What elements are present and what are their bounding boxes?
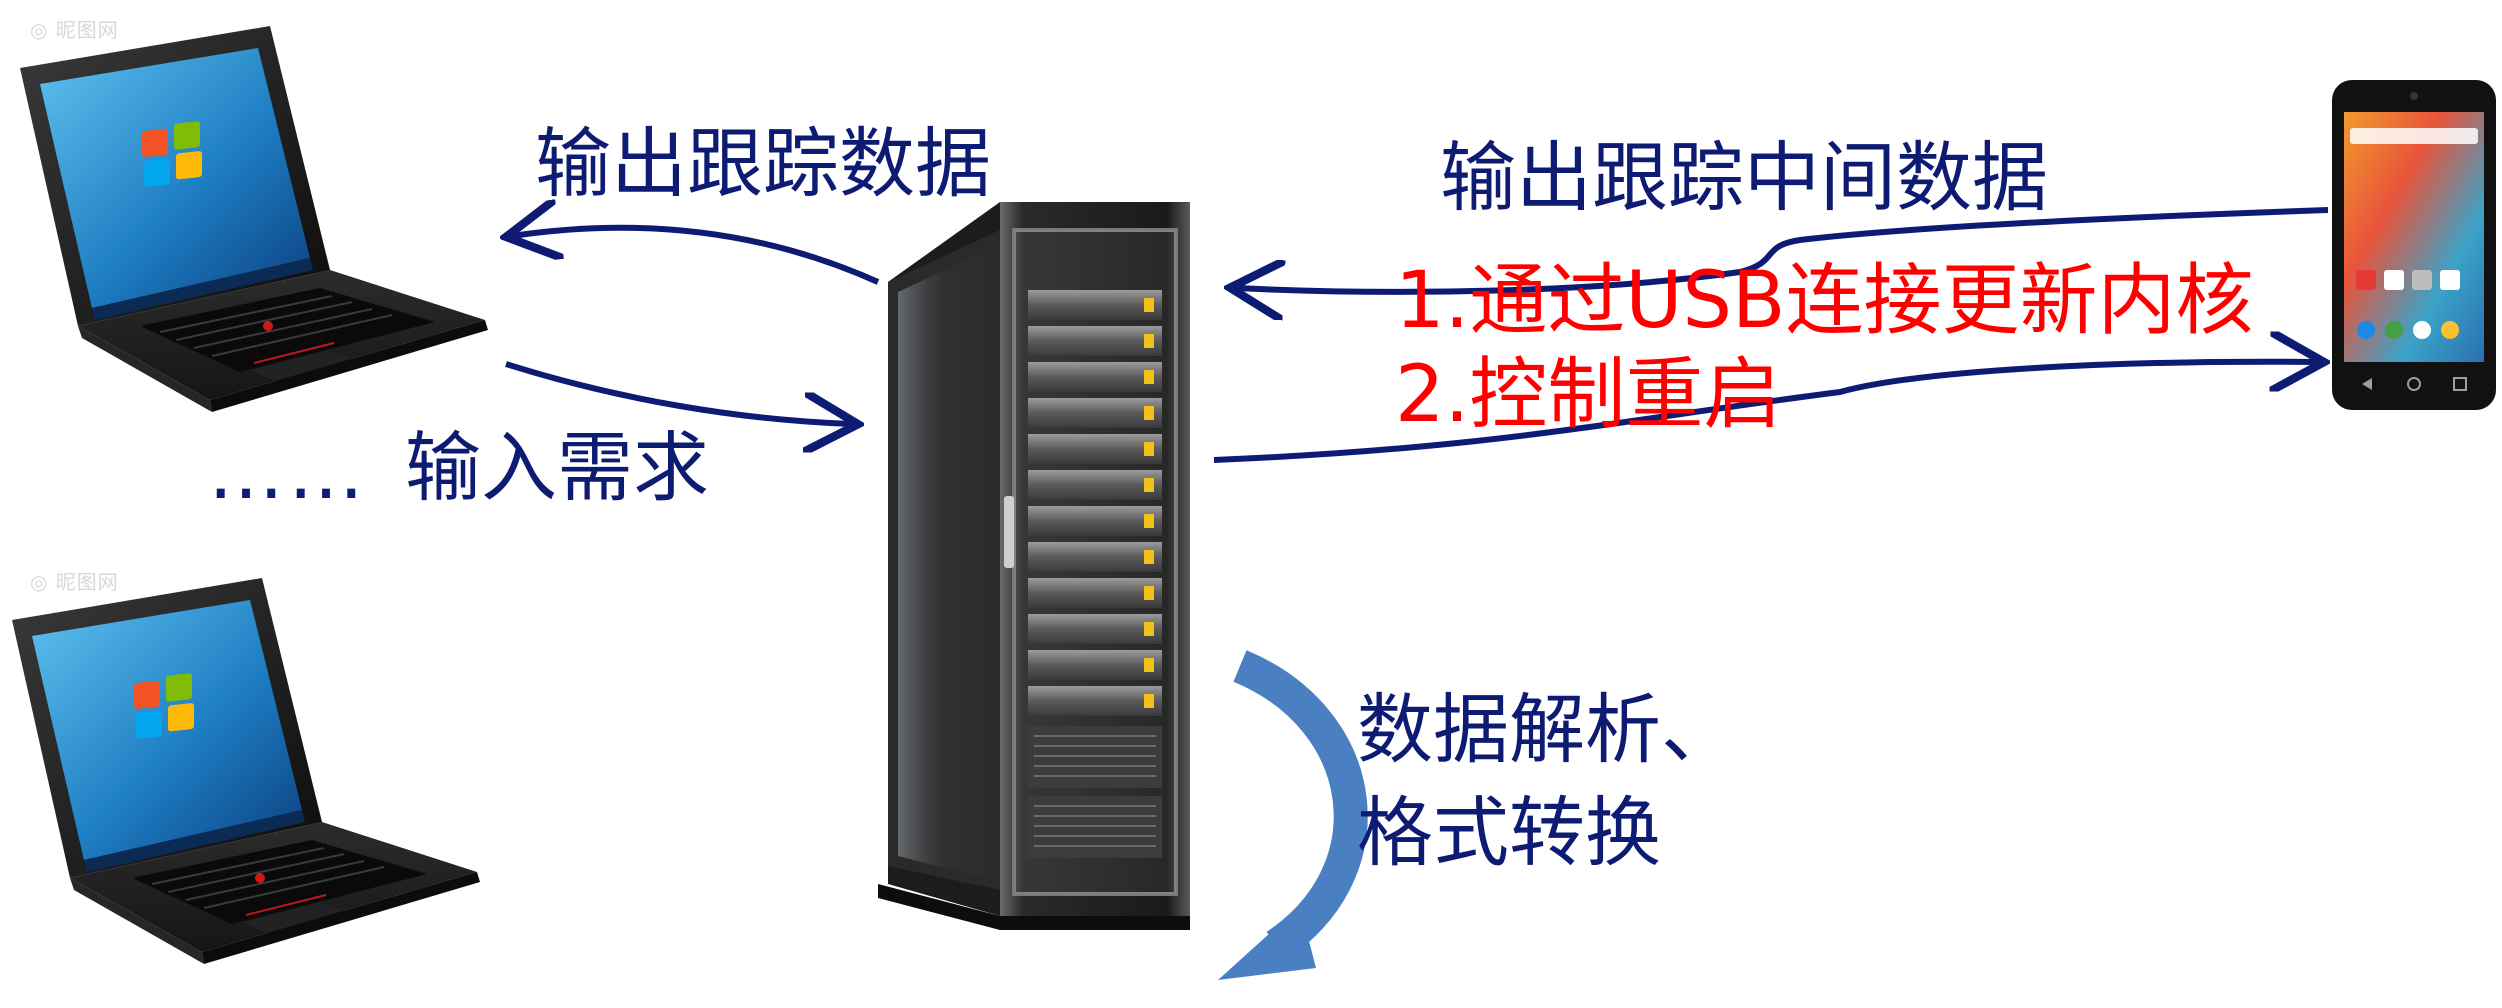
data-processing-cycle-arrow <box>1218 650 1368 980</box>
laptop-icon-top <box>19 25 489 413</box>
workflow-diagram: ◎ 昵图网 ◎ 昵图网 输出跟踪数据 …… 输入需求 输出跟踪中间数据 1.通过… <box>0 0 2502 1008</box>
smartphone-icon <box>2332 80 2496 410</box>
label-input-request: 输入需求 <box>405 423 709 512</box>
label-format-conversion: 格式转换 <box>1357 788 1661 877</box>
label-step-usb-update-kernel: 1.通过USB连接更新内核 <box>1395 256 2254 346</box>
label-step-control-reboot: 2.控制重启 <box>1395 350 1782 440</box>
arrow-output-to-laptop <box>512 228 880 285</box>
laptop-icon-bottom <box>11 577 481 965</box>
label-output-intermediate-data: 输出跟踪中间数据 <box>1440 133 2048 222</box>
label-output-tracking-data: 输出跟踪数据 <box>535 119 991 208</box>
watermark-top: ◎ 昵图网 <box>30 18 119 42</box>
server-rack-icon <box>878 202 1190 930</box>
label-data-parsing: 数据解析、 <box>1357 685 1737 774</box>
label-ellipsis: …… <box>208 427 368 516</box>
arrow-input-to-server <box>505 361 852 424</box>
diagram-graphics <box>11 25 2496 980</box>
watermark-bottom: ◎ 昵图网 <box>30 570 119 594</box>
